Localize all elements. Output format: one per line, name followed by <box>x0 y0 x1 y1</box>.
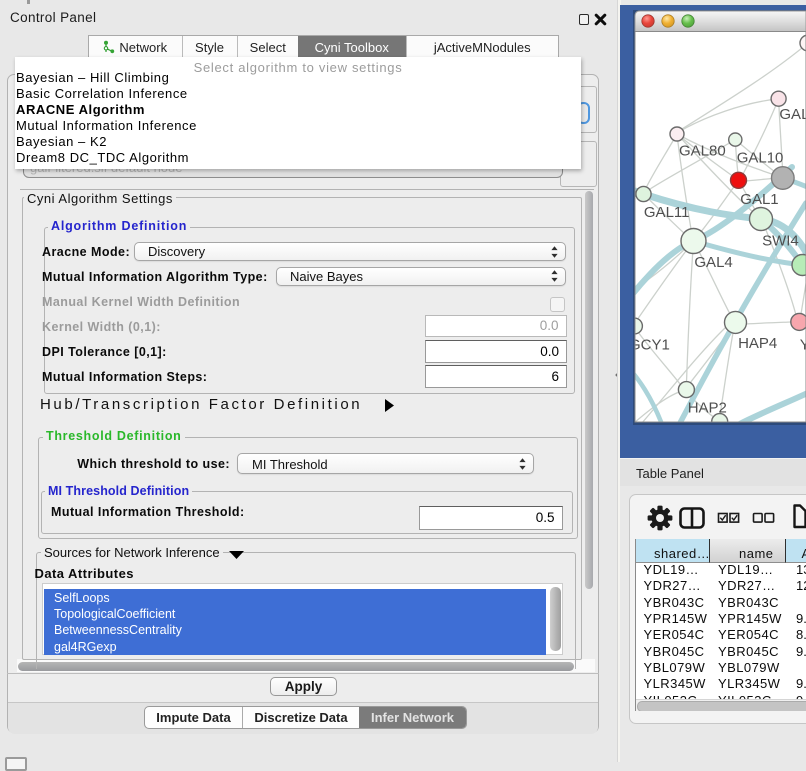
svg-text:GAL1: GAL1 <box>740 191 778 208</box>
svg-text:GAL4: GAL4 <box>694 254 732 271</box>
svg-text:GAL10: GAL10 <box>737 150 784 167</box>
svg-text:YH: YH <box>800 336 806 353</box>
svg-text:SWI4: SWI4 <box>762 232 799 249</box>
svg-text:HAP4: HAP4 <box>738 335 777 352</box>
svg-text:GAL80: GAL80 <box>679 143 726 160</box>
svg-text:GAL7: GAL7 <box>779 106 806 123</box>
svg-text:GAL11: GAL11 <box>644 204 690 221</box>
svg-text:HAP2: HAP2 <box>688 399 727 416</box>
